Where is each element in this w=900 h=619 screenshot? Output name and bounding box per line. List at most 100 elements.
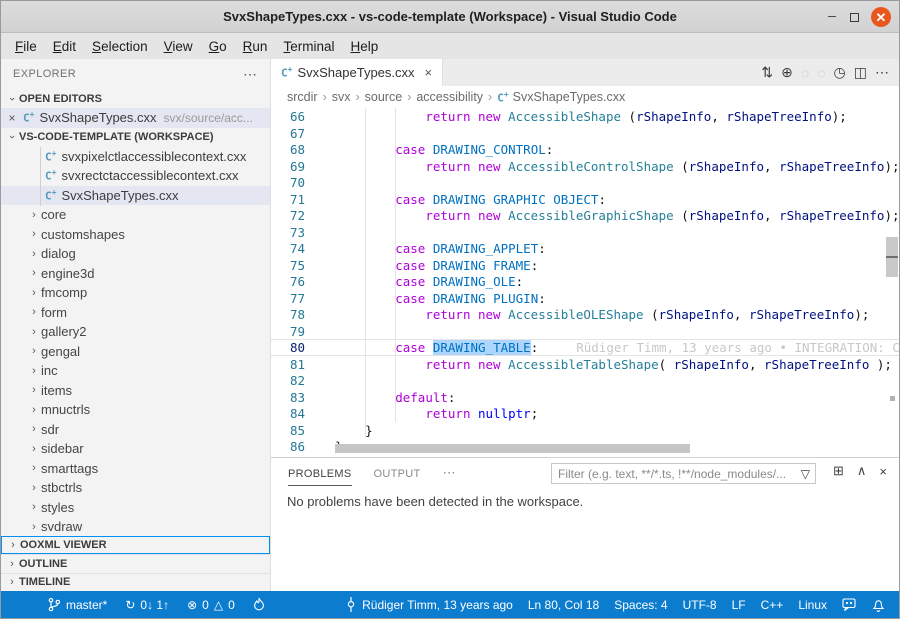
sync-icon: ↻	[125, 598, 135, 612]
commit-blame-status[interactable]: Rüdiger Timm, 13 years ago	[345, 597, 513, 612]
os-indicator[interactable]: Linux	[798, 598, 827, 612]
tree-file-item[interactable]: C+ svxpixelctlaccessiblecontext.cxx	[1, 147, 270, 167]
chevron-right-icon: ›	[6, 539, 20, 551]
compare-changes-icon[interactable]: ⇅	[761, 64, 773, 81]
minimize-button[interactable]: –	[826, 11, 838, 23]
tree-folder-item[interactable]: › stbctrls	[1, 478, 270, 498]
breadcrumb-file[interactable]: SvxShapeTypes.cxx	[513, 90, 626, 104]
close-tab-icon[interactable]: ×	[425, 65, 433, 80]
file-tree: C+ svxpixelctlaccessiblecontext.cxx C+ s…	[1, 147, 270, 536]
tree-folder-item[interactable]: › svdraw	[1, 517, 270, 536]
chevron-right-icon: ›	[5, 558, 19, 570]
breadcrumb-item[interactable]: srcdir	[287, 90, 318, 104]
split-editor-icon[interactable]: ◫	[854, 64, 867, 81]
menu-item[interactable]: Go	[201, 36, 235, 57]
language-mode[interactable]: C++	[761, 598, 784, 612]
tree-file-item[interactable]: C+ svxrectctaccessiblecontext.cxx	[1, 166, 270, 186]
problems-filter[interactable]: ▽	[551, 463, 816, 484]
menu-item[interactable]: Help	[342, 36, 386, 57]
breadcrumb: srcdir › svx › source ›	[271, 86, 899, 108]
close-editor-icon[interactable]: ×	[1, 111, 23, 125]
cursor-position[interactable]: Ln 80, Col 18	[528, 598, 599, 612]
window-title: SvxShapeTypes.cxx - vs-code-template (Wo…	[1, 9, 899, 24]
open-editors-header[interactable]: › OPEN EDITORS	[1, 89, 270, 108]
eol-setting[interactable]: LF	[732, 598, 746, 612]
tree-folder-item[interactable]: › sdr	[1, 420, 270, 440]
editor-more-actions-icon[interactable]: ⋯	[875, 64, 889, 81]
open-panel-in-editor-icon[interactable]: ⊞	[833, 463, 844, 479]
menu-bar: File Edit Selection View Go Run Terminal…	[1, 33, 899, 59]
notifications-button[interactable]	[872, 598, 885, 612]
indentation-setting[interactable]: Spaces: 4	[614, 598, 667, 612]
horizontal-scrollbar[interactable]	[335, 444, 690, 453]
filter-funnel-icon: ▽	[801, 467, 815, 481]
sync-status[interactable]: ↻ 0↓ 1↑	[125, 598, 169, 612]
bell-icon	[872, 598, 885, 612]
tree-folder-item[interactable]: › form	[1, 303, 270, 323]
tree-file-item[interactable]: C+ SvxShapeTypes.cxx	[1, 186, 270, 206]
explorer-more-actions-icon[interactable]: ⋯	[243, 66, 258, 83]
menu-item[interactable]: Selection	[84, 36, 156, 57]
problems-filter-input[interactable]	[552, 467, 801, 481]
tree-folder-item[interactable]: › fmcomp	[1, 283, 270, 303]
previous-change-icon: ◌	[801, 65, 809, 81]
tree-folder-item[interactable]: › gengal	[1, 342, 270, 362]
cpp-file-icon: C+	[23, 110, 34, 125]
chevron-right-icon: ›	[27, 345, 41, 357]
tree-folder-item[interactable]: › styles	[1, 498, 270, 518]
file-history-icon[interactable]: ◷	[834, 64, 846, 81]
vertical-scrollbar[interactable]	[885, 108, 899, 457]
breadcrumb-item[interactable]: svx	[332, 90, 351, 104]
close-panel-icon[interactable]: ×	[879, 464, 887, 479]
explorer-sidebar: EXPLORER ⋯ › OPEN EDITORS × C+ SvxShapeT…	[1, 59, 271, 591]
flame-indicator[interactable]	[253, 597, 265, 612]
tree-folder-item[interactable]: › mnuctrls	[1, 400, 270, 420]
chevron-right-icon: ›	[27, 423, 41, 435]
git-branch-status[interactable]: master*	[47, 597, 107, 612]
tree-folder-item[interactable]: › inc	[1, 361, 270, 381]
line-number: 67	[271, 126, 305, 141]
breadcrumb-item[interactable]: accessibility	[416, 90, 483, 104]
panel-tab[interactable]: PROBLEMS	[288, 461, 352, 486]
line-number: 79	[271, 324, 305, 339]
menu-item[interactable]: Edit	[45, 36, 84, 57]
line-number: 76	[271, 274, 305, 289]
panel-tab[interactable]: OUTPUT	[374, 461, 421, 485]
chevron-right-icon: ›	[27, 482, 41, 494]
breadcrumb-item[interactable]: source	[365, 90, 403, 104]
sidebar-section-header[interactable]: › OUTLINE	[1, 554, 270, 573]
tree-folder-item[interactable]: › engine3d	[1, 264, 270, 284]
workspace-header[interactable]: › VS-CODE-TEMPLATE (WORKSPACE)	[1, 128, 270, 147]
tab-svxshapetypes[interactable]: C+ SvxShapeTypes.cxx ×	[271, 59, 443, 86]
tree-folder-item[interactable]: › core	[1, 205, 270, 225]
sidebar-section-header[interactable]: › TIMELINE	[1, 573, 270, 592]
chevron-right-icon: ›	[27, 306, 41, 318]
tree-folder-item[interactable]: › smarttags	[1, 459, 270, 479]
panel-more-tabs-icon[interactable]: ⋯	[443, 465, 456, 481]
tab-bar: C+ SvxShapeTypes.cxx × ⇅ ⊕ ◌ ◌ ◷ ◫ ⋯	[271, 59, 899, 86]
maximize-button[interactable]	[850, 13, 859, 22]
problems-status[interactable]: ⊗ 0 △ 0	[187, 598, 235, 612]
line-number: 66	[271, 109, 305, 124]
code-editor[interactable]: 66 return new AccessibleShape (rShapeInf…	[271, 108, 899, 457]
maximize-panel-icon[interactable]: ∧	[857, 463, 867, 479]
menu-item[interactable]: Terminal	[275, 36, 342, 57]
tree-folder-item[interactable]: › gallery2	[1, 322, 270, 342]
open-changes-icon[interactable]: ⊕	[781, 64, 793, 81]
menu-item[interactable]: Run	[235, 36, 276, 57]
chevron-right-icon: ›	[27, 209, 41, 221]
tree-folder-item[interactable]: › dialog	[1, 244, 270, 264]
tree-folder-item[interactable]: › customshapes	[1, 225, 270, 245]
sidebar-section-header[interactable]: › OOXML VIEWER	[1, 536, 270, 555]
menu-item[interactable]: View	[156, 36, 201, 57]
cpp-file-icon: C+	[45, 149, 56, 164]
menu-item[interactable]: File	[7, 36, 45, 57]
encoding-setting[interactable]: UTF-8	[683, 598, 717, 612]
close-button[interactable]: ✕	[871, 7, 891, 27]
tree-folder-item[interactable]: › items	[1, 381, 270, 401]
open-editor-item[interactable]: × C+ SvxShapeTypes.cxx svx/source/acc...	[1, 108, 270, 128]
tree-folder-item[interactable]: › sidebar	[1, 439, 270, 459]
chevron-right-icon: ›	[27, 267, 41, 279]
problems-message: No problems have been detected in the wo…	[271, 488, 899, 509]
feedback-button[interactable]	[842, 598, 857, 611]
